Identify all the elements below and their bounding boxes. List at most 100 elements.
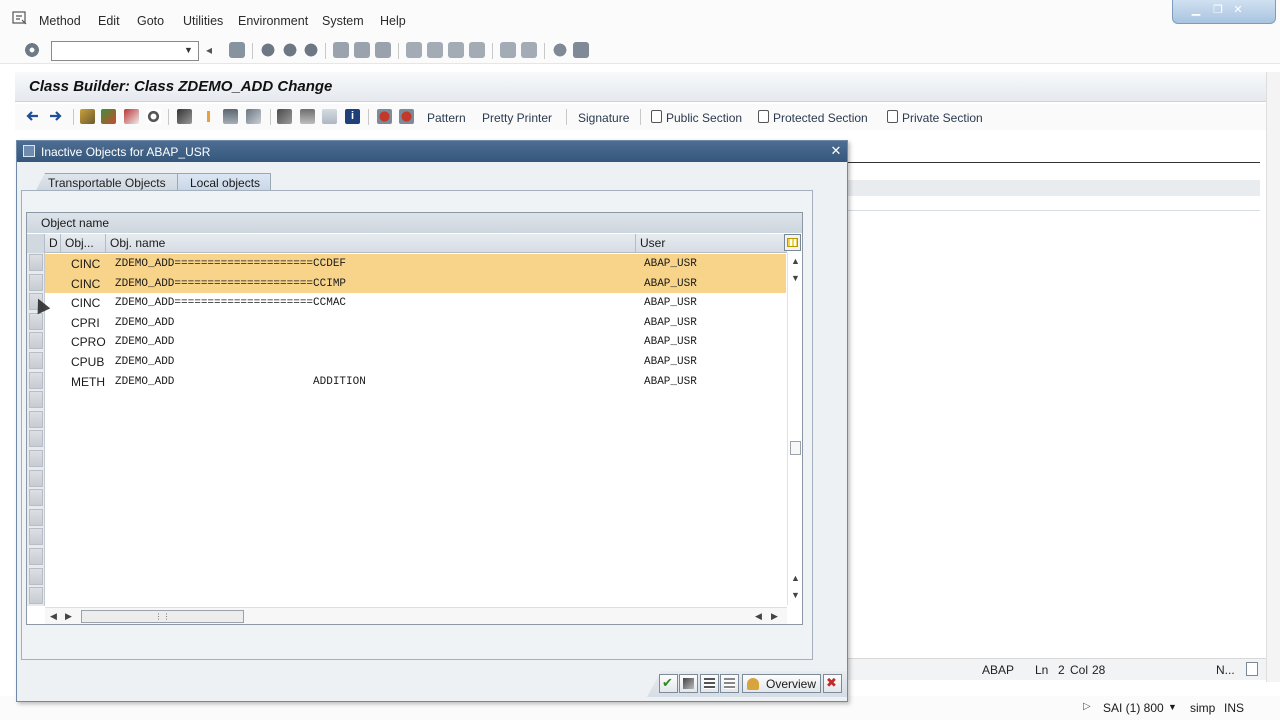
find-icon[interactable]	[354, 42, 370, 58]
navigation-window-icon[interactable]	[246, 109, 261, 124]
external-breakpoint-icon[interactable]	[399, 109, 414, 124]
menu-method[interactable]: Method	[39, 14, 81, 28]
activate-icon[interactable]	[146, 109, 161, 124]
table-row[interactable]: CPRI ZDEMO_ADD ABAP_USR	[45, 313, 786, 333]
row-selector[interactable]	[29, 508, 43, 526]
row-selector[interactable]	[29, 371, 43, 389]
layout-menu-icon[interactable]	[573, 42, 589, 58]
object-list-icon[interactable]	[201, 109, 216, 124]
exit-icon[interactable]	[282, 42, 298, 58]
scroll-up-icon[interactable]: ▲	[791, 256, 800, 266]
back-icon[interactable]	[260, 42, 276, 58]
table-row[interactable]: CINC ZDEMO_ADD=====================CCMAC A…	[45, 293, 786, 313]
scroll-right-end-icon[interactable]: ▶	[771, 611, 778, 622]
row-selector[interactable]	[29, 528, 43, 546]
vertical-scroll-thumb[interactable]	[790, 441, 801, 455]
row-selector[interactable]	[29, 548, 43, 565]
column-header-user[interactable]: User	[636, 234, 787, 253]
save-icon[interactable]	[229, 42, 245, 58]
close-window-icon[interactable]: ✕	[1229, 3, 1247, 18]
menu-environment[interactable]: Environment	[238, 14, 308, 28]
row-selector[interactable]	[29, 410, 43, 428]
editor-settings-icon[interactable]	[1246, 662, 1258, 676]
row-selector[interactable]	[29, 587, 43, 605]
row-selector[interactable]	[29, 352, 43, 369]
horizontal-scroll-thumb[interactable]: ⋮⋮	[81, 610, 244, 623]
scroll-left-icon[interactable]: ◀	[50, 611, 57, 622]
menu-system[interactable]: System	[322, 14, 364, 28]
first-page-icon[interactable]	[406, 42, 422, 58]
private-section-button[interactable]: Private Section	[902, 111, 983, 125]
display-change-icon[interactable]	[80, 109, 95, 124]
accept-button[interactable]: ✔	[659, 674, 678, 693]
where-used-icon[interactable]	[177, 109, 192, 124]
last-page-icon[interactable]	[469, 42, 485, 58]
protected-section-button[interactable]: Protected Section	[773, 111, 868, 125]
scroll-down-icon[interactable]: ▼	[791, 273, 800, 283]
check-icon[interactable]	[124, 109, 139, 124]
pattern-button[interactable]: Pattern	[427, 111, 466, 125]
command-toggle-icon[interactable]: ◂	[206, 42, 222, 58]
new-session-icon[interactable]	[500, 42, 516, 58]
cancel-button[interactable]: ✖	[823, 674, 842, 693]
table-row[interactable]: METH ZDEMO_ADD ADDITION ABAP_USR	[45, 372, 786, 392]
shortcut-icon[interactable]	[521, 42, 537, 58]
hierarchy-icon[interactable]	[277, 109, 292, 124]
cancel-icon[interactable]	[303, 42, 319, 58]
menu-help[interactable]: Help	[380, 14, 406, 28]
vertical-scrollbar[interactable]: ▲ ▼ ▲ ▼	[787, 253, 802, 605]
deselect-all-button[interactable]	[720, 674, 739, 693]
find-next-icon[interactable]	[375, 42, 391, 58]
signature-button[interactable]: Signature	[578, 111, 629, 125]
activate-objects-button[interactable]	[679, 674, 698, 693]
system-dropdown-icon[interactable]: ▼	[1168, 702, 1177, 712]
row-selector[interactable]	[29, 273, 43, 291]
row-selector[interactable]	[29, 469, 43, 487]
previous-page-icon[interactable]	[427, 42, 443, 58]
table-row[interactable]: CINC ZDEMO_ADD=====================CCIMP A…	[45, 273, 786, 294]
back-arrow-icon[interactable]	[25, 109, 40, 124]
system-menu-icon[interactable]	[12, 11, 28, 25]
overview-button[interactable]: Overview	[742, 674, 821, 693]
row-selector[interactable]	[29, 254, 43, 271]
print-icon[interactable]	[333, 42, 349, 58]
set-breakpoint-icon[interactable]	[377, 109, 392, 124]
editor-scrollbar[interactable]	[1266, 72, 1280, 682]
forward-arrow-icon[interactable]	[48, 109, 63, 124]
pretty-printer-button[interactable]: Pretty Printer	[482, 111, 552, 125]
scroll-left-end-icon[interactable]: ◀	[755, 611, 762, 622]
scroll-right-icon[interactable]: ▶	[65, 611, 72, 622]
enter-icon[interactable]	[24, 42, 40, 58]
scroll-down-bottom-icon[interactable]: ▼	[791, 590, 800, 600]
row-selector[interactable]	[29, 332, 43, 350]
column-header-object-type[interactable]: Obj...	[61, 234, 106, 253]
row-selector[interactable]	[29, 450, 43, 467]
menu-goto[interactable]: Goto	[137, 14, 164, 28]
grid-layout-icon[interactable]	[784, 234, 801, 251]
split-screen-icon[interactable]	[322, 109, 337, 124]
command-field[interactable]	[51, 41, 199, 61]
info-icon[interactable]: i	[345, 109, 360, 124]
row-selector[interactable]	[29, 430, 43, 448]
table-row[interactable]: CPRO ZDEMO_ADD ABAP_USR	[45, 332, 786, 352]
select-all-header[interactable]	[27, 234, 45, 253]
row-selector[interactable]	[29, 391, 43, 409]
menu-utilities[interactable]: Utilities	[183, 14, 223, 28]
row-selector[interactable]	[29, 489, 43, 507]
restore-icon[interactable]: ❐	[1209, 3, 1227, 18]
help-icon[interactable]	[552, 42, 568, 58]
column-header-object-name[interactable]: Obj. name	[106, 234, 636, 253]
table-row[interactable]: CINC ZDEMO_ADD=====================CCDEF A…	[45, 254, 786, 274]
close-icon[interactable]: ✕	[829, 143, 843, 159]
minimize-icon[interactable]: ▁	[1187, 3, 1205, 18]
select-all-button[interactable]	[700, 674, 719, 693]
public-section-button[interactable]: Public Section	[666, 111, 742, 125]
menu-edit[interactable]: Edit	[98, 14, 120, 28]
row-selector[interactable]	[29, 567, 43, 585]
column-header-d[interactable]: D	[45, 234, 61, 253]
row-selector[interactable]	[29, 312, 43, 330]
horizontal-scrollbar[interactable]: ◀ ▶ ⋮⋮ ◀ ▶	[45, 607, 787, 624]
printer-icon[interactable]	[300, 109, 315, 124]
command-dropdown-icon[interactable]: ▼	[184, 45, 193, 55]
active-inactive-icon[interactable]	[101, 109, 116, 124]
